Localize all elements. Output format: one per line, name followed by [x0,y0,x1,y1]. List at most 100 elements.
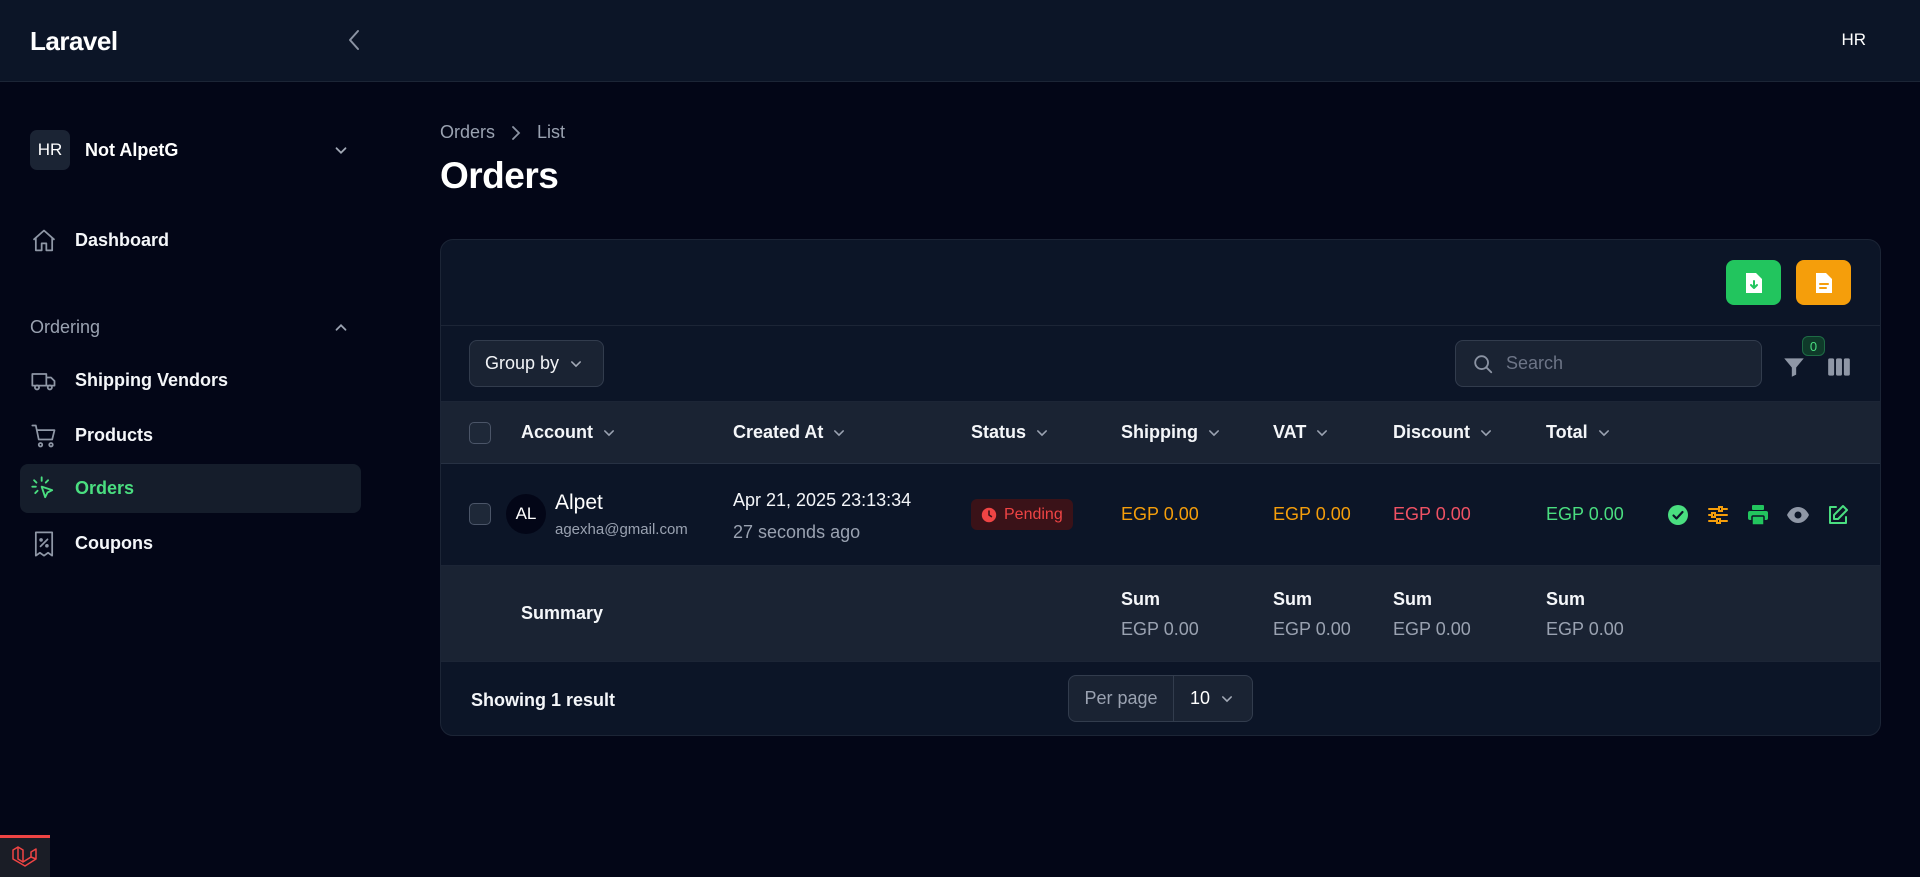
created-at: Apr 21, 2025 23:13:34 [733,490,912,510]
sidebar-item-label: Orders [75,478,135,498]
page-title: Orders [440,155,559,196]
sum-label: Sum [1546,589,1586,609]
chevron-down-icon [602,426,616,440]
chevron-down-icon [1220,692,1234,706]
sidebar-item-label: Products [75,425,154,445]
column-created-at[interactable]: Created At [733,422,846,443]
pdf-report-button[interactable] [1796,260,1851,305]
column-total[interactable]: Total [1546,422,1611,443]
chevron-right-icon [509,125,523,141]
filter-count-badge: 0 [1802,336,1825,356]
laravel-logo-icon [11,845,39,871]
column-account[interactable]: Account [521,422,616,443]
per-page-select[interactable]: 10 [1174,676,1252,721]
column-label: Status [971,422,1027,442]
column-shipping[interactable]: Shipping [1121,422,1221,443]
document-download-icon [1743,271,1765,295]
tenant-name: Not AlpetG [85,139,179,160]
sum-label: Sum [1273,589,1313,609]
chevron-down-icon [569,357,583,371]
breadcrumb-list[interactable]: List [537,122,565,143]
document-text-icon [1813,271,1835,295]
search-field[interactable] [1455,340,1762,387]
top-bar: Laravel HR [0,0,1920,82]
chevron-down-icon [1035,426,1049,440]
tenant-switcher[interactable]: HR Not AlpetG [30,130,350,170]
group-by-select[interactable]: Group by [469,340,604,387]
status-badge: Pending [971,499,1073,530]
chevron-up-icon [332,319,350,337]
chevron-down-icon [832,426,846,440]
breadcrumb-orders[interactable]: Orders [440,122,495,143]
per-page-control: Per page 10 [1068,675,1253,722]
per-page-value: 10 [1190,688,1211,708]
table-footer: Showing 1 result Per page 10 [441,662,1880,735]
sidebar-item-dashboard[interactable]: Dashboard [20,216,361,265]
sidebar-item-label: Coupons [75,533,153,553]
sidebar-item-label: Dashboard [75,230,170,250]
sum-label: Sum [1121,589,1161,609]
sidebar-item-coupons[interactable]: Coupons [20,519,361,568]
row-checkbox[interactable] [469,503,491,525]
created-at-relative: 27 seconds ago [733,522,861,542]
receipt-percent-icon [30,530,58,558]
status-label: Pending [1004,505,1063,523]
table-header: Account Created At Status Shipping VAT D… [441,402,1880,464]
printer-icon[interactable] [1746,503,1770,527]
edit-icon[interactable] [1826,503,1850,527]
debugbar-toggle[interactable] [0,835,50,877]
column-vat[interactable]: VAT [1273,422,1329,443]
sum-shipping: EGP 0.00 [1121,619,1199,639]
column-label: Account [521,422,593,442]
discount-value: EGP 0.00 [1393,504,1471,524]
breadcrumb: Orders List [440,122,565,143]
sidebar-item-label: Shipping Vendors [75,370,229,390]
search-icon [1472,353,1494,375]
total-value: EGP 0.00 [1546,504,1624,524]
sidebar: HR Not AlpetG Dashboard Ordering Shippin… [0,82,375,877]
chevron-down-icon [1315,426,1329,440]
filter-icon[interactable] [1781,354,1807,380]
chevron-down-icon [1207,426,1221,440]
tenant-avatar: HR [30,130,70,170]
eye-icon[interactable] [1786,503,1810,527]
summary-row: Summary Sum EGP 0.00 Sum EGP 0.00 Sum EG… [441,566,1880,662]
cart-icon [30,422,58,450]
account-email: agexha@gmail.com [555,521,688,538]
sidebar-group-label: Ordering [30,316,101,337]
sidebar-item-orders[interactable]: Orders [20,464,361,513]
search-input[interactable] [1506,353,1746,374]
truck-icon [30,367,58,395]
vat-value: EGP 0.00 [1273,504,1351,524]
results-count: Showing 1 result [471,690,616,710]
table-row[interactable]: AL Alpet agexha@gmail.com Apr 21, 2025 2… [441,464,1880,566]
sum-total: EGP 0.00 [1546,619,1624,639]
sum-discount: EGP 0.00 [1393,619,1471,639]
brand-logo[interactable]: Laravel [30,26,118,57]
column-label: Total [1546,422,1588,442]
approve-icon[interactable] [1666,503,1690,527]
column-discount[interactable]: Discount [1393,422,1493,443]
sidebar-group-ordering[interactable]: Ordering [30,314,350,340]
sidebar-item-products[interactable]: Products [20,411,361,460]
user-menu-avatar[interactable]: HR [1841,30,1866,50]
sidebar-item-shipping-vendors[interactable]: Shipping Vendors [20,356,361,405]
avatar: AL [506,494,546,534]
clock-icon [981,507,997,523]
collapse-sidebar-icon[interactable] [343,27,367,53]
sum-vat: EGP 0.00 [1273,619,1351,639]
per-page-label: Per page [1069,676,1174,721]
column-label: Created At [733,422,824,442]
shipping-value: EGP 0.00 [1121,504,1199,524]
column-label: Discount [1393,422,1471,442]
table-toolbar: Group by 0 [441,326,1880,402]
chevron-down-icon [1597,426,1611,440]
adjustments-icon[interactable] [1706,503,1730,527]
cursor-click-icon [30,475,58,503]
column-status[interactable]: Status [971,422,1049,443]
columns-toggle-icon[interactable] [1826,354,1852,380]
column-label: Shipping [1121,422,1198,442]
export-button[interactable] [1726,260,1781,305]
select-all-checkbox[interactable] [469,422,491,444]
sum-label: Sum [1393,589,1433,609]
